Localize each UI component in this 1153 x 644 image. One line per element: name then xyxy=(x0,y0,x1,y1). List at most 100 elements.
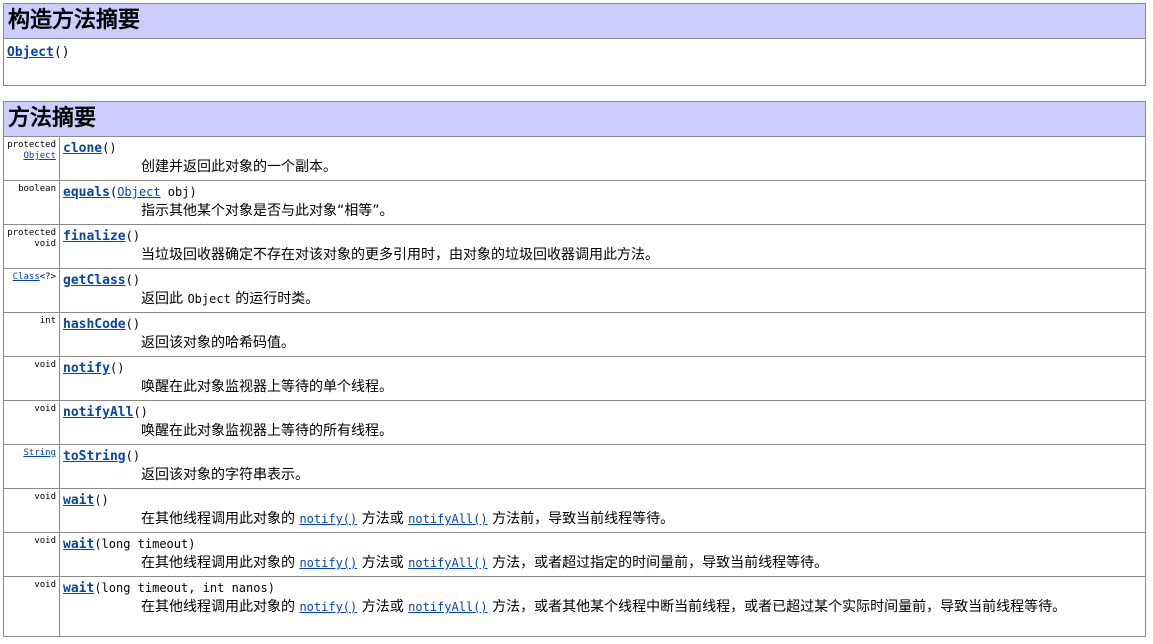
method-signature: wait() 在其他线程调用此对象的 notify() 方法或 notifyAl… xyxy=(59,488,1146,533)
notifyall-link[interactable]: notifyAll() xyxy=(408,556,487,570)
return-type: void xyxy=(3,356,60,401)
method-signature: wait(long timeout) 在其他线程调用此对象的 notify() … xyxy=(59,532,1146,577)
method-params: () xyxy=(125,449,141,463)
method-link-finalize[interactable]: finalize xyxy=(63,229,126,244)
return-type-text: int xyxy=(39,316,56,326)
notifyall-link[interactable]: notifyAll() xyxy=(408,600,487,614)
return-type: int xyxy=(3,312,60,357)
modifier-text: protected xyxy=(7,140,56,150)
method-signature: toString() 返回该对象的字符串表示。 xyxy=(59,444,1146,489)
method-description: 唤醒在此对象监视器上等待的所有线程。 xyxy=(141,423,393,439)
method-description: 在其他线程调用此对象的 notify() 方法或 notifyAll() 方法前… xyxy=(63,510,1142,529)
constructor-summary-header: 构造方法摘要 xyxy=(3,3,1146,39)
method-signature: getClass() 返回此 Object 的运行时类。 xyxy=(59,268,1146,313)
method-description: 创建并返回此对象的一个副本。 xyxy=(141,159,337,175)
method-description: 在其他线程调用此对象的 notify() 方法或 notifyAll() 方法，… xyxy=(63,554,1142,573)
return-type-text: void xyxy=(34,536,56,546)
notify-link[interactable]: notify() xyxy=(299,556,357,570)
desc-post: 方法，或者其他某个线程中断当前线程，或者已超过某个实际时间量前，导致当前线程等待… xyxy=(487,599,1067,615)
desc-pre: 在其他线程调用此对象的 xyxy=(141,599,300,615)
method-link-equals[interactable]: equals xyxy=(63,185,110,200)
method-link-hashcode[interactable]: hashCode xyxy=(63,317,126,332)
method-description: 返回该对象的字符串表示。 xyxy=(141,467,309,483)
method-params: (long timeout) xyxy=(94,537,196,551)
method-row-wait: void wait() 在其他线程调用此对象的 notify() 方法或 not… xyxy=(3,488,1146,533)
notify-link[interactable]: notify() xyxy=(299,512,357,526)
return-type-text: void xyxy=(34,239,56,249)
desc-pre: 在其他线程调用此对象的 xyxy=(141,555,300,571)
method-row-clone: protected Object clone() 创建并返回此对象的一个副本。 xyxy=(3,136,1146,181)
return-type-link[interactable]: Object xyxy=(6,151,56,162)
method-signature: notifyAll() 唤醒在此对象监视器上等待的所有线程。 xyxy=(59,400,1146,445)
method-link-wait[interactable]: wait xyxy=(63,537,94,552)
modifier-text: protected xyxy=(7,228,56,238)
desc-mid: 方法或 xyxy=(357,511,409,527)
method-signature: wait(long timeout, int nanos) 在其他线程调用此对象… xyxy=(59,576,1146,637)
return-type: void xyxy=(3,488,60,533)
method-summary-table: 方法摘要 protected Object clone() 创建并返回此对象的一… xyxy=(3,101,1146,637)
method-summary-header: 方法摘要 xyxy=(3,101,1146,137)
method-signature: equals(Object obj) 指示其他某个对象是否与此对象“相等”。 xyxy=(59,180,1146,225)
method-row-tostring: String toString() 返回该对象的字符串表示。 xyxy=(3,444,1146,489)
method-row-hashcode: int hashCode() 返回该对象的哈希码值。 xyxy=(3,312,1146,357)
method-params: () xyxy=(125,273,141,287)
method-params: (long timeout, int nanos) xyxy=(94,581,275,595)
desc-post: 方法，或者超过指定的时间量前，导致当前线程等待。 xyxy=(487,555,829,571)
method-description: 唤醒在此对象监视器上等待的单个线程。 xyxy=(141,379,393,395)
desc-code: Object xyxy=(187,292,231,306)
desc-pre: 在其他线程调用此对象的 xyxy=(141,511,300,527)
return-type-text: boolean xyxy=(18,184,56,194)
method-signature: hashCode() 返回该对象的哈希码值。 xyxy=(59,312,1146,357)
method-row-wait-timeout: void wait(long timeout) 在其他线程调用此对象的 noti… xyxy=(3,532,1146,577)
method-description: 返回此 Object 的运行时类。 xyxy=(63,290,1142,309)
method-params: () xyxy=(133,405,148,419)
method-row-notifyall: void notifyAll() 唤醒在此对象监视器上等待的所有线程。 xyxy=(3,400,1146,445)
desc-post: 的运行时类。 xyxy=(230,291,320,307)
method-row-wait-timeout-nanos: void wait(long timeout, int nanos) 在其他线程… xyxy=(3,576,1146,637)
return-type: Class<?> xyxy=(3,268,60,313)
method-signature: notify() 唤醒在此对象监视器上等待的单个线程。 xyxy=(59,356,1146,401)
method-link-tostring[interactable]: toString xyxy=(63,449,126,464)
return-type-link[interactable]: String xyxy=(6,448,56,459)
method-params: () xyxy=(109,361,125,375)
return-type: protected Object xyxy=(3,136,60,181)
method-params-rest: obj) xyxy=(160,185,197,199)
method-params: () xyxy=(102,141,117,155)
method-row-finalize: protected void finalize() 当垃圾回收器确定不存在对该对… xyxy=(3,224,1146,269)
return-type-text: void xyxy=(34,360,56,370)
return-type: String xyxy=(3,444,60,489)
return-type: void xyxy=(3,576,60,637)
method-link-wait[interactable]: wait xyxy=(63,581,94,596)
desc-mid: 方法或 xyxy=(357,599,409,615)
return-type-text: void xyxy=(34,492,56,502)
notify-link[interactable]: notify() xyxy=(299,600,357,614)
method-description: 在其他线程调用此对象的 notify() 方法或 notifyAll() 方法，… xyxy=(63,598,1142,617)
method-link-notify[interactable]: notify xyxy=(63,361,110,376)
constructor-object-link[interactable]: Object xyxy=(7,45,54,60)
method-description: 返回该对象的哈希码值。 xyxy=(141,335,295,351)
method-link-notifyall[interactable]: notifyAll xyxy=(63,405,133,420)
method-signature: clone() 创建并返回此对象的一个副本。 xyxy=(59,136,1146,181)
method-description: 指示其他某个对象是否与此对象“相等”。 xyxy=(141,203,394,219)
method-link-getclass[interactable]: getClass xyxy=(63,273,126,288)
constructor-summary-table: 构造方法摘要 Object() xyxy=(3,3,1146,86)
notifyall-link[interactable]: notifyAll() xyxy=(408,512,487,526)
desc-post: 方法前，导致当前线程等待。 xyxy=(487,511,675,527)
return-type-link[interactable]: Class xyxy=(13,272,40,282)
return-type-text: void xyxy=(34,580,56,590)
return-type: void xyxy=(3,400,60,445)
method-params: () xyxy=(125,229,141,243)
constructor-row: Object() xyxy=(3,38,1146,86)
constructor-params: () xyxy=(53,45,70,60)
return-type-text: void xyxy=(34,404,56,414)
desc-mid: 方法或 xyxy=(357,555,409,571)
method-row-getclass: Class<?> getClass() 返回此 Object 的运行时类。 xyxy=(3,268,1146,313)
method-link-wait[interactable]: wait xyxy=(63,493,94,508)
method-params: () xyxy=(94,493,109,507)
return-type: boolean xyxy=(3,180,60,225)
desc-pre: 返回此 xyxy=(141,291,188,307)
method-row-notify: void notify() 唤醒在此对象监视器上等待的单个线程。 xyxy=(3,356,1146,401)
method-link-clone[interactable]: clone xyxy=(63,141,102,156)
param-type-link[interactable]: Object xyxy=(117,185,160,199)
method-row-equals: boolean equals(Object obj) 指示其他某个对象是否与此对… xyxy=(3,180,1146,225)
